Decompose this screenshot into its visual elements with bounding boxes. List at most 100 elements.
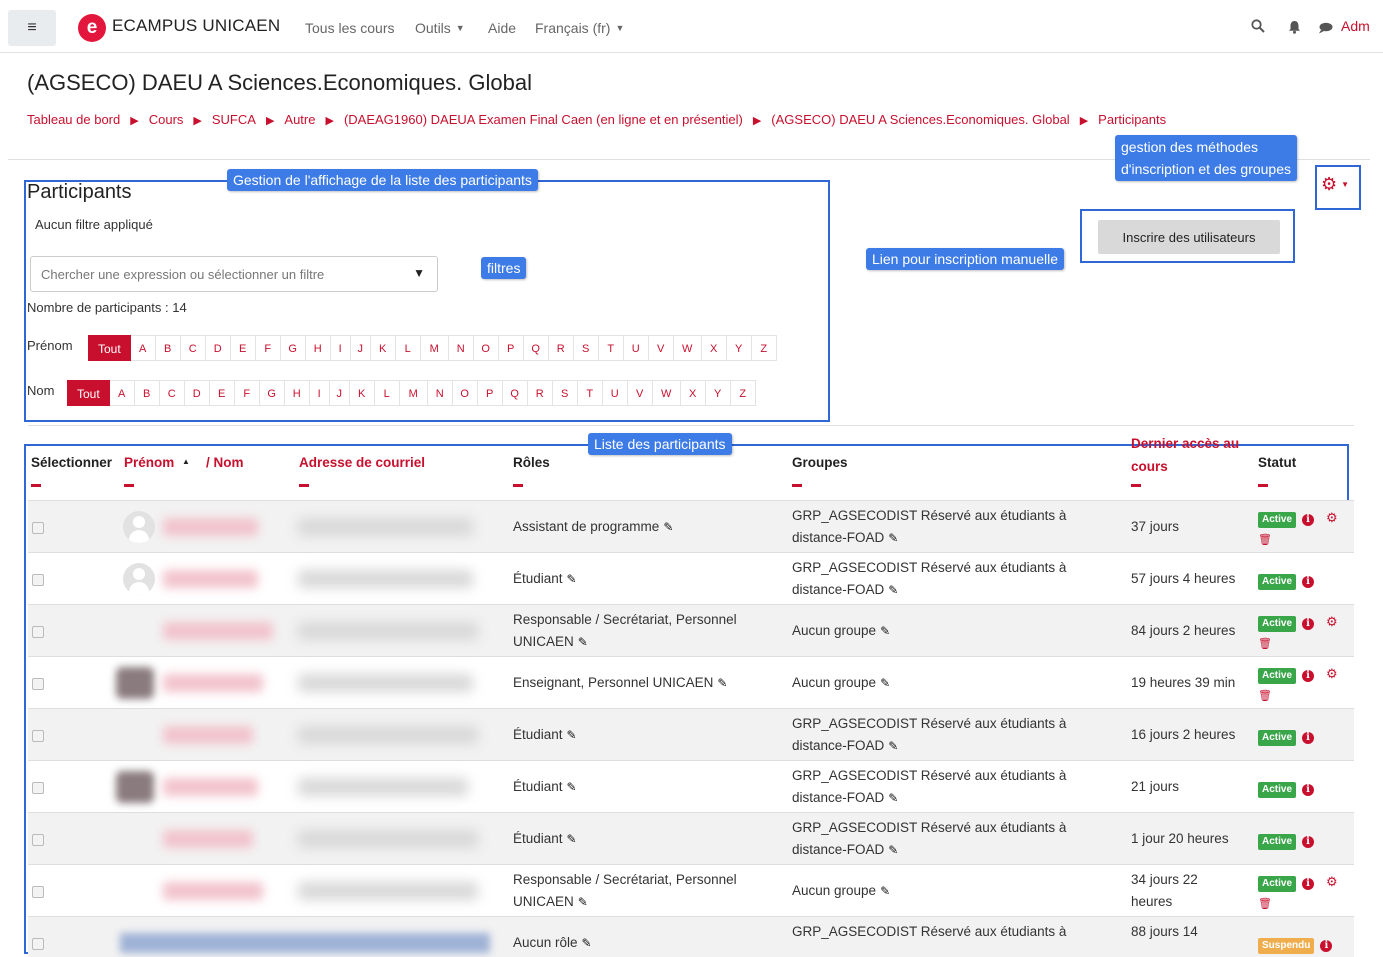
lastname-initial-t[interactable]: T [577,380,603,406]
gear-icon[interactable]: ⚙ [1326,874,1338,889]
lastname-initial-r[interactable]: R [527,380,553,406]
info-icon[interactable]: i [1320,940,1333,952]
lastname-initial-b[interactable]: B [134,380,160,406]
pencil-icon[interactable]: ✎ [880,676,890,690]
info-icon[interactable]: i [1302,618,1315,630]
chat-icon[interactable] [1318,22,1333,34]
menu-toggle-button[interactable]: ≡ [8,10,56,46]
participant-name-link[interactable] [163,830,253,848]
avatar[interactable] [120,933,490,953]
lastname-initial-i[interactable]: I [309,380,330,406]
user-menu[interactable]: Adm [1341,18,1370,34]
participant-name-link[interactable] [163,778,258,796]
nav-help[interactable]: Aide [488,20,516,36]
avatar-icon[interactable] [123,563,155,595]
info-icon[interactable]: i [1302,576,1315,588]
firstname-initial-t[interactable]: T [598,335,624,361]
lastname-initial-g[interactable]: G [259,380,285,406]
row-select-checkbox[interactable] [32,730,44,742]
dropdown-caret-icon[interactable]: ▼ [413,266,425,280]
firstname-initial-g[interactable]: G [280,335,306,361]
firstname-initial-o[interactable]: O [473,335,499,361]
firstname-initial-w[interactable]: W [673,335,702,361]
col-header-firstname[interactable]: Prénom ▲ [124,455,190,470]
participant-name-link[interactable] [163,726,253,744]
bell-icon[interactable] [1288,20,1301,34]
avatar[interactable] [116,667,154,699]
pencil-icon[interactable]: ✎ [567,780,577,794]
lastname-initial-o[interactable]: O [452,380,478,406]
firstname-initial-e[interactable]: E [230,335,256,361]
breadcrumb-sufca[interactable]: SUFCA [212,112,256,127]
avatar-icon[interactable] [123,511,155,543]
firstname-initial-m[interactable]: M [420,335,449,361]
firstname-initial-r[interactable]: R [548,335,574,361]
firstname-initial-i[interactable]: I [330,335,351,361]
col-header-lastname[interactable]: / Nom [206,455,244,470]
lastname-initial-d[interactable]: D [184,380,210,406]
pencil-icon[interactable]: ✎ [582,936,592,950]
trash-icon[interactable]: 🗑 [1258,690,1272,702]
info-icon[interactable]: i [1302,670,1315,682]
site-brand[interactable]: ECAMPUS UNICAEN [112,16,280,36]
lastname-initial-j[interactable]: J [329,380,350,406]
lastname-initial-x[interactable]: X [680,380,706,406]
firstname-initial-f[interactable]: F [255,335,281,361]
course-settings-menu[interactable]: ⚙ ▼ [1321,174,1349,195]
lastname-initial-u[interactable]: U [602,380,628,406]
firstname-initial-s[interactable]: S [573,335,599,361]
pencil-icon[interactable]: ✎ [880,624,890,638]
pencil-icon[interactable]: ✎ [567,728,577,742]
pencil-icon[interactable]: ✎ [578,635,588,649]
firstname-initial-q[interactable]: Q [523,335,549,361]
participant-name-link[interactable] [163,674,263,692]
lastname-initial-c[interactable]: C [159,380,185,406]
firstname-initial-all[interactable]: Tout [88,335,131,361]
col-header-email[interactable]: Adresse de courriel [299,455,425,470]
firstname-initial-x[interactable]: X [701,335,727,361]
firstname-initial-k[interactable]: K [370,335,396,361]
row-select-checkbox[interactable] [32,834,44,846]
info-icon[interactable]: i [1302,836,1315,848]
trash-icon[interactable]: 🗑 [1258,534,1272,546]
ecampus-logo-icon[interactable]: e [78,14,106,42]
firstname-initial-u[interactable]: U [623,335,649,361]
info-icon[interactable]: i [1302,514,1315,526]
info-icon[interactable]: i [1302,878,1315,890]
info-icon[interactable]: i [1302,784,1315,796]
lastname-initial-l[interactable]: L [374,380,400,406]
language-menu[interactable]: Français (fr) ▼ [535,20,624,36]
participant-name-link[interactable] [163,518,258,536]
gear-icon[interactable]: ⚙ [1326,666,1338,681]
lastname-initial-w[interactable]: W [652,380,681,406]
row-select-checkbox[interactable] [32,938,44,950]
participant-name-link[interactable] [163,882,263,900]
pencil-icon[interactable]: ✎ [567,572,577,586]
pencil-icon[interactable]: ✎ [880,884,890,898]
lastname-initial-y[interactable]: Y [705,380,731,406]
pencil-icon[interactable]: ✎ [717,676,727,690]
lastname-initial-n[interactable]: N [427,380,453,406]
firstname-initial-y[interactable]: Y [726,335,752,361]
firstname-initial-n[interactable]: N [448,335,474,361]
firstname-initial-b[interactable]: B [155,335,181,361]
firstname-initial-v[interactable]: V [648,335,674,361]
row-select-checkbox[interactable] [32,782,44,794]
pencil-icon[interactable]: ✎ [888,739,898,753]
collapse-column-icon[interactable] [124,484,134,487]
lastname-initial-e[interactable]: E [209,380,235,406]
row-select-checkbox[interactable] [32,574,44,586]
pencil-icon[interactable]: ✎ [888,583,898,597]
collapse-column-icon[interactable] [31,484,41,487]
pencil-icon[interactable]: ✎ [578,895,588,909]
lastname-initial-z[interactable]: Z [730,380,756,406]
firstname-initial-j[interactable]: J [350,335,371,361]
firstname-initial-z[interactable]: Z [751,335,777,361]
lastname-initial-a[interactable]: A [109,380,135,406]
lastname-initial-f[interactable]: F [234,380,260,406]
gear-icon[interactable]: ⚙ [1326,510,1338,525]
row-select-checkbox[interactable] [32,626,44,638]
pencil-icon[interactable]: ✎ [888,531,898,545]
firstname-initial-c[interactable]: C [180,335,206,361]
gear-icon[interactable]: ⚙ [1326,614,1338,629]
